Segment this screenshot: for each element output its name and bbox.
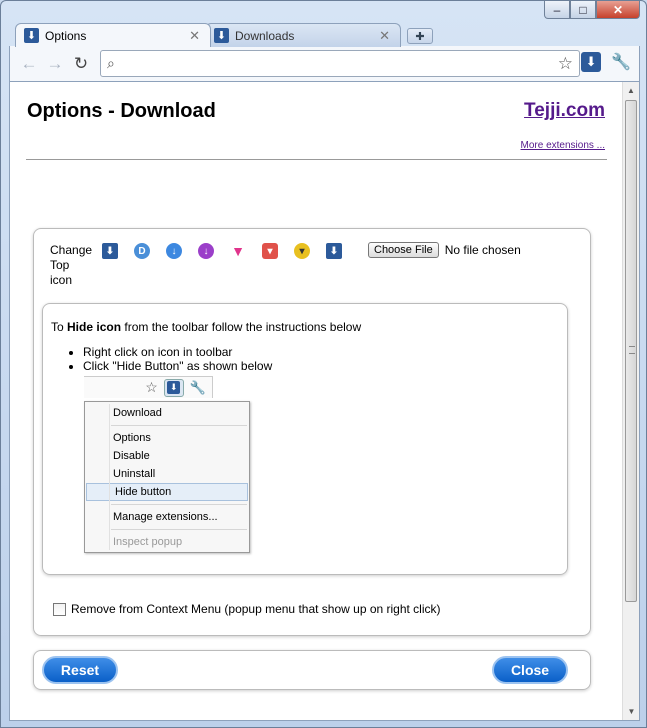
list-item: Right click on icon in toolbar	[83, 345, 272, 359]
tab-close-icon[interactable]: ✕	[379, 28, 390, 44]
more-extensions-link[interactable]: More extensions ...	[521, 140, 605, 151]
tab-title: Options	[45, 28, 87, 43]
icon-chooser: Change Top icon ⬇ D ↓ ↓ ▼ ▾ ▾ ⬇ Choose F…	[50, 242, 521, 288]
menu-separator	[111, 529, 247, 530]
d-circle-icon[interactable]: D	[134, 243, 150, 259]
instr-bold: Hide icon	[67, 320, 122, 334]
no-file-label: No file chosen	[444, 243, 521, 257]
instr-rest: from the toolbar follow the instructions…	[121, 320, 362, 334]
example-extension-button: ⬇	[163, 378, 184, 397]
options-panel: Change Top icon ⬇ D ↓ ↓ ▼ ▾ ▾ ⬇ Choose F…	[33, 228, 591, 636]
scroll-thumb[interactable]	[625, 100, 637, 602]
menu-separator	[111, 504, 247, 505]
label-line: icon	[50, 273, 73, 287]
wrench-menu-icon[interactable]: 🔧	[611, 52, 631, 72]
close-button[interactable]: Close	[492, 656, 568, 684]
download-arrow-icon: ⬇	[24, 28, 39, 43]
example-toolbar: ☆ ⬇ 🔧	[84, 376, 213, 398]
search-icon: ⌕	[107, 55, 115, 71]
menu-gutter	[109, 404, 110, 550]
scroll-down-icon[interactable]: ▼	[623, 703, 639, 720]
browser-toolbar: ← → ↻ ⌕ ☆ ⬇ 🔧	[9, 46, 640, 81]
menu-item-hide-button: Hide button	[86, 483, 248, 501]
context-menu-option: Remove from Context Menu (popup menu tha…	[53, 602, 441, 616]
window-close-button[interactable]: ✕	[596, 1, 640, 19]
vertical-scrollbar[interactable]: ▲ ▼	[622, 82, 639, 720]
purple-circle-arrow-icon[interactable]: ↓	[198, 243, 214, 259]
icon-chooser-label: Change Top icon	[50, 243, 102, 288]
list-item: Click "Hide Button" as shown below	[83, 359, 272, 373]
browser-window: ‒ □ ✕ ⬇ Options ✕ ⬇ Downloads ✕ ✚ ← → ↻ …	[0, 0, 647, 728]
pink-green-arrow-icon[interactable]: ▼	[230, 243, 246, 259]
icon-options: ⬇ D ↓ ↓ ▼ ▾ ▾ ⬇	[102, 243, 358, 259]
example-context-menu: Download Options Disable Uninstall Hide …	[84, 401, 250, 553]
forward-button[interactable]: →	[42, 51, 68, 77]
dark-blue-download-icon[interactable]: ⬇	[326, 243, 342, 259]
tab-downloads[interactable]: ⬇ Downloads ✕	[205, 23, 401, 47]
remove-context-label: Remove from Context Menu (popup menu tha…	[71, 602, 441, 616]
download-arrow-icon: ⬇	[167, 381, 181, 394]
tab-close-icon[interactable]: ✕	[189, 28, 200, 44]
page-content: Options - Download Tejji.com More extens…	[9, 81, 640, 721]
tab-options[interactable]: ⬇ Options ✕	[15, 23, 211, 47]
label-line: Top	[50, 258, 70, 272]
download-arrow-icon: ⬇	[214, 28, 229, 43]
menu-separator	[111, 425, 247, 426]
instruction-list: Right click on icon in toolbar Click "Hi…	[83, 345, 272, 373]
download-extension-button[interactable]: ⬇	[581, 52, 602, 72]
reset-button[interactable]: Reset	[42, 656, 118, 684]
button-bar: Reset Close	[33, 650, 591, 690]
window-controls: ‒ □ ✕	[544, 1, 640, 19]
reload-button[interactable]: ↻	[68, 51, 94, 77]
address-bar[interactable]: ⌕ ☆	[100, 50, 580, 77]
toolbar-right: ⬇ 🔧	[581, 52, 631, 72]
bookmark-star-icon[interactable]: ☆	[558, 54, 573, 74]
star-icon: ☆	[145, 379, 158, 395]
tab-strip: ⬇ Options ✕ ⬇ Downloads ✕ ✚	[15, 22, 433, 47]
brand-link[interactable]: Tejji.com	[524, 100, 605, 122]
divider	[26, 159, 607, 160]
url-input[interactable]	[120, 53, 558, 74]
minimize-button[interactable]: ‒	[544, 1, 570, 19]
page-title: Options - Download	[27, 100, 216, 122]
choose-file-button[interactable]: Choose File	[368, 242, 439, 258]
blue-circle-arrow-icon[interactable]: ↓	[166, 243, 182, 259]
maximize-button[interactable]: □	[570, 1, 596, 19]
blue-square-download-icon[interactable]: ⬇	[102, 243, 118, 259]
yellow-ball-arrow-icon[interactable]: ▾	[294, 243, 310, 259]
red-box-arrow-icon[interactable]: ▾	[262, 243, 278, 259]
instructions-text: To Hide icon from the toolbar follow the…	[51, 320, 361, 334]
hide-icon-instructions: To Hide icon from the toolbar follow the…	[42, 303, 568, 575]
scroll-up-icon[interactable]: ▲	[623, 82, 639, 99]
wrench-icon: 🔧	[189, 379, 206, 395]
remove-context-checkbox[interactable]	[53, 602, 66, 616]
label-line: Change	[50, 243, 93, 257]
file-chooser: Choose File No file chosen	[368, 242, 521, 258]
back-button[interactable]: ←	[16, 51, 42, 77]
instr-prefix: To	[51, 320, 68, 334]
tab-title: Downloads	[235, 28, 295, 43]
grip-icon	[629, 346, 635, 354]
new-tab-button[interactable]: ✚	[407, 28, 433, 44]
